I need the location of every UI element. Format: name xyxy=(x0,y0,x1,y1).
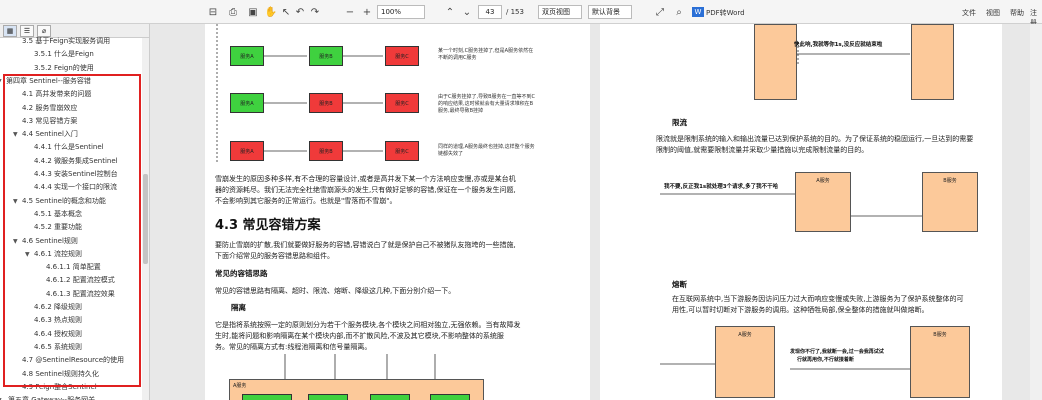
redo-icon[interactable]: ↷ xyxy=(309,4,321,20)
hand-tool-icon[interactable]: ✋ xyxy=(264,4,278,20)
paragraph: 它是指将系统按照一定的原则划分为若干个服务模块,各个模块之间相对独立,无强依赖。… xyxy=(215,321,521,329)
sidebar-scroll-thumb[interactable] xyxy=(143,174,148,264)
toc-item[interactable]: 第五章 Gateway--服务网关 xyxy=(8,395,95,400)
paragraph: 限流就是限制系统的输入和输出流量已达到保护系统的目的。为了保证系统的稳固运行,一… xyxy=(656,135,974,143)
section-heading: 限流 xyxy=(672,118,687,127)
paragraph: 下面介绍常见的服务容错思路和组件。 xyxy=(215,252,334,260)
zoom-input[interactable]: 100% xyxy=(377,5,425,19)
paragraph: 雪崩发生的原因多种多样,有不合理的容量设计,或者是高并发下某一个方法响应变慢,亦… xyxy=(215,175,516,183)
service-b-box: B服务 xyxy=(910,326,970,398)
paragraph: 务。常见的隔离方式有:线程池隔离和信号量隔离。 xyxy=(215,343,372,351)
paragraph: 用性,可以暂时切断对下游服务的调用。这种牺牲局部,保全整体的措施就叫做熔断。 xyxy=(672,306,929,314)
isolation-arrows xyxy=(284,354,436,379)
zoom-in-icon[interactable]: + xyxy=(361,4,373,20)
prev-page-icon[interactable]: ⌃ xyxy=(444,4,456,20)
menu-file[interactable]: 文件 xyxy=(962,8,976,18)
open-icon[interactable]: ⊟ xyxy=(206,4,220,20)
page-right: 快此响,我就等你1s,没反应就结束啦 限流 限流就是限制系统的输入和输出流量已达… xyxy=(600,24,1002,400)
toc-item[interactable]: 3.5.1 什么是Feign xyxy=(34,49,94,60)
print-icon[interactable]: ⎙ xyxy=(226,4,240,20)
paragraph: 限制的阈值,就需要限制流量并采取少量措施以完成限制流量的目的。 xyxy=(656,146,869,154)
word-icon[interactable]: W xyxy=(692,7,704,17)
fuse-label: 行就再用你,不行就接着断 xyxy=(797,357,854,363)
save-icon[interactable]: ▣ xyxy=(246,4,260,20)
background-select[interactable]: 默认背景 xyxy=(588,5,632,19)
select-tool-icon[interactable]: ↖ xyxy=(280,4,292,20)
paragraph: 生时,能将问题和影响隔离在某个模块内部,而不扩散风险,不波及其它模块,不影响整体… xyxy=(215,332,504,340)
toc-item[interactable]: 3.5.2 Feign的使用 xyxy=(34,63,94,74)
page-number-input[interactable]: 43 xyxy=(478,5,502,19)
paragraph: 器的资源耗尽。我们无法完全杜绝雪崩源头的发生,只有做好足够的容错,保证在一个服务… xyxy=(215,186,516,194)
paragraph: 常见的容错思路有隔离、超时、限流、熔断、降级这几种,下面分别介绍一下。 xyxy=(215,287,456,295)
section-heading: 4.3 常见容错方案 xyxy=(215,218,321,233)
paragraph: 在互联网系统中,当下游服务因访问压力过大而响应变慢或失败,上游服务为了保护系统整… xyxy=(672,295,964,303)
sub-heading: 常见的容错思路 xyxy=(215,269,268,278)
fullscreen-icon[interactable]: ⤢ xyxy=(654,4,666,20)
page-total: / 153 xyxy=(506,8,524,16)
highlight-box xyxy=(3,74,141,387)
paragraph: 不会影响到其它服务的正常运行。也就是"雪落而不雪崩"。 xyxy=(215,197,397,205)
sub-heading: 隔离 xyxy=(231,303,246,312)
view-mode-select[interactable]: 双页视图 xyxy=(538,5,582,19)
service-a-box: A服务 xyxy=(795,172,851,232)
timeout-label: 快此响,我就等你1s,没反应就结束啦 xyxy=(794,42,883,48)
service-a-box: A服务 xyxy=(715,326,775,398)
toolbar: ⊟ ⎙ ▣ ✋ ↖ ↶ ↷ − + 100% ⌃ ⌄ 43 / 153 双页视图… xyxy=(0,0,1042,27)
service-b-box: B服务 xyxy=(922,172,978,232)
menu-view[interactable]: 视图 xyxy=(986,8,1000,18)
thumbnail-tab-icon[interactable]: ▦ xyxy=(3,25,17,37)
fuse-label: 发现你不行了,我就断一会,过一会我再试试 xyxy=(790,349,884,355)
toc-item[interactable]: 3.5 基于Feign实现服务调用 xyxy=(22,36,110,47)
zoom-out-icon[interactable]: − xyxy=(344,4,356,20)
page-left: 服务A 服务B 服务C 某一个时刻,C服务挂掉了,但是A服务依然在不断的调用C服… xyxy=(205,24,590,400)
sidebar: ▦ ☰ ⌀ 3.5 基于Feign实现服务调用 3.5.1 什么是Feign 3.5… xyxy=(0,24,150,400)
pdf-to-word-button[interactable]: PDF转Word xyxy=(706,8,745,18)
document-scrollbar[interactable] xyxy=(1030,24,1042,400)
limit-label: 我不要,反正我1s就处理3个请求,多了我不干哈 xyxy=(664,184,779,190)
undo-icon[interactable]: ↶ xyxy=(294,4,306,20)
expand-arrow-icon[interactable]: ▼ xyxy=(0,78,2,85)
section-heading: 熔断 xyxy=(672,280,687,289)
diagram-arrows xyxy=(216,24,383,164)
paragraph: 要防止雪崩的扩散,我们就要做好服务的容错,容错说白了就是保护自己不被猪队友拖垮的… xyxy=(215,241,516,249)
next-page-icon[interactable]: ⌄ xyxy=(461,4,473,20)
menu-help[interactable]: 帮助 xyxy=(1010,8,1024,18)
search-icon[interactable]: ⌕ xyxy=(673,4,685,20)
